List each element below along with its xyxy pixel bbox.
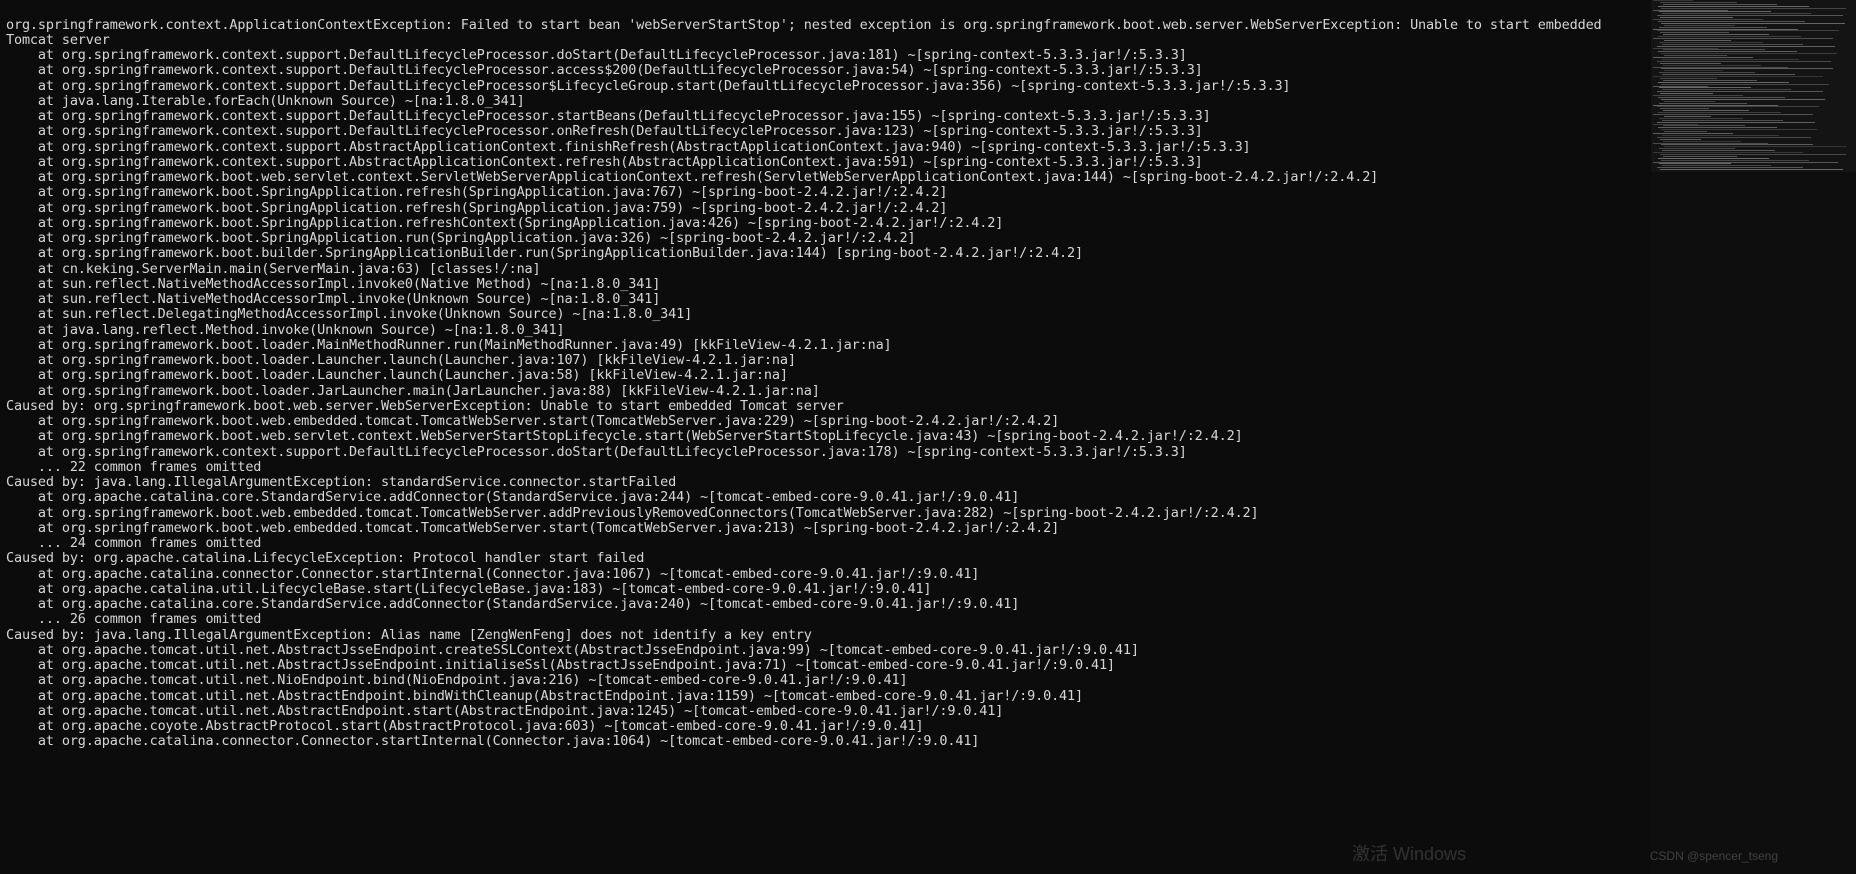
minimap-line [1653,86,1708,87]
minimap-line [1662,135,1779,136]
minimap-line [1653,162,1838,163]
minimap-line [1653,152,1803,153]
minimap-line [1659,103,1747,104]
minimap-line [1662,150,1775,151]
minimap-line [1653,105,1778,106]
minimap-line [1658,51,1797,52]
minimap-line [1653,76,1823,77]
minimap-line [1657,46,1835,47]
minimap-line [1658,112,1781,113]
minimap-line [1659,11,1771,12]
minimap-line [1653,114,1813,115]
minimap-line [1661,53,1837,54]
minimap-line [1661,129,1817,130]
minimap-line [1661,68,1833,69]
minimap-line [1660,78,1717,79]
minimap-line [1659,42,1763,43]
minimap-line [1662,59,1799,60]
minimap-line [1657,91,1823,92]
console-output: org.springframework.context.ApplicationC… [6,18,1602,750]
minimap-line [1664,116,1711,117]
minimap-line [1653,57,1753,58]
minimap-line [1657,122,1815,123]
windows-activation-title: 激活 Windows [1352,844,1466,864]
minimap-line [1663,110,1749,111]
minimap-line [1660,17,1733,18]
minimap-line [1658,21,1805,22]
minimap-line [1659,72,1755,73]
minimap-line [1660,139,1701,140]
minimap-line [1658,82,1789,83]
minimap-line [1658,97,1785,98]
minimap-line [1659,87,1751,88]
minimap-line [1658,158,1769,159]
minimap-line [1663,80,1757,81]
minimap-line [1661,8,1846,9]
minimap-line [1661,23,1845,24]
minimap-line [1657,137,1811,138]
minimap-line [1660,169,1843,170]
minimap-line [1664,25,1735,26]
minimap-line [1653,19,1763,20]
minimap-line [1664,101,1715,102]
scrollbar-track[interactable] [1651,0,1856,874]
minimap-line [1661,144,1813,145]
minimap-line [1657,15,1843,16]
minimap-line [1660,2,1737,3]
minimap-line [1653,143,1768,144]
minimap-line [1653,10,1728,11]
minimap-line [1657,167,1803,168]
minimap-line [1657,61,1831,62]
minimap-line [1663,65,1761,66]
minimap-line [1664,131,1707,132]
minimap-line [1660,63,1721,64]
minimap-line [1662,44,1803,45]
minimap-line [1653,124,1698,125]
minimap-line [1660,108,1709,109]
minimap-line [1663,156,1737,157]
minimap-line [1663,4,1777,5]
minimap-line [1659,118,1743,119]
minimap-line [1658,6,1809,7]
minimap-line [1663,49,1765,50]
minimap-line [1663,141,1741,142]
minimap-line [1661,84,1829,85]
minimap-line [1660,93,1713,94]
windows-activation-watermark: 激活 Windows [1352,847,1466,862]
minimap-line [1660,154,1846,155]
minimap-line [1653,133,1733,134]
minimap-line [1658,36,1801,37]
minimap-line [1663,125,1745,126]
minimap-line [1659,27,1767,28]
minimap-line [1662,165,1771,166]
minimap-line [1661,160,1809,161]
minimap-line [1658,127,1777,128]
minimap-line [1664,146,1846,147]
minimap[interactable] [1651,0,1856,172]
minimap-line [1664,70,1723,71]
minimap-line [1662,74,1795,75]
minimap-line [1659,148,1735,149]
minimap-line [1657,30,1839,31]
minimap-line [1663,34,1769,35]
minimap-line [1664,55,1727,56]
minimap-line [1653,38,1833,39]
minimap-line [1662,89,1791,90]
minimap-line [1657,106,1819,107]
minimap-line [1653,48,1718,49]
minimap-line [1653,29,1798,30]
minimap-line [1664,40,1731,41]
minimap-line [1662,13,1811,14]
minimap-line [1653,0,1693,1]
minimap-line [1659,163,1731,164]
minimap-line [1653,67,1788,68]
minimap-line [1653,95,1743,96]
minimap-line [1661,99,1825,100]
minimap-line [1662,120,1783,121]
csdn-watermark: CSDN @spencer_tseng [1650,849,1778,864]
minimap-line [1660,32,1729,33]
